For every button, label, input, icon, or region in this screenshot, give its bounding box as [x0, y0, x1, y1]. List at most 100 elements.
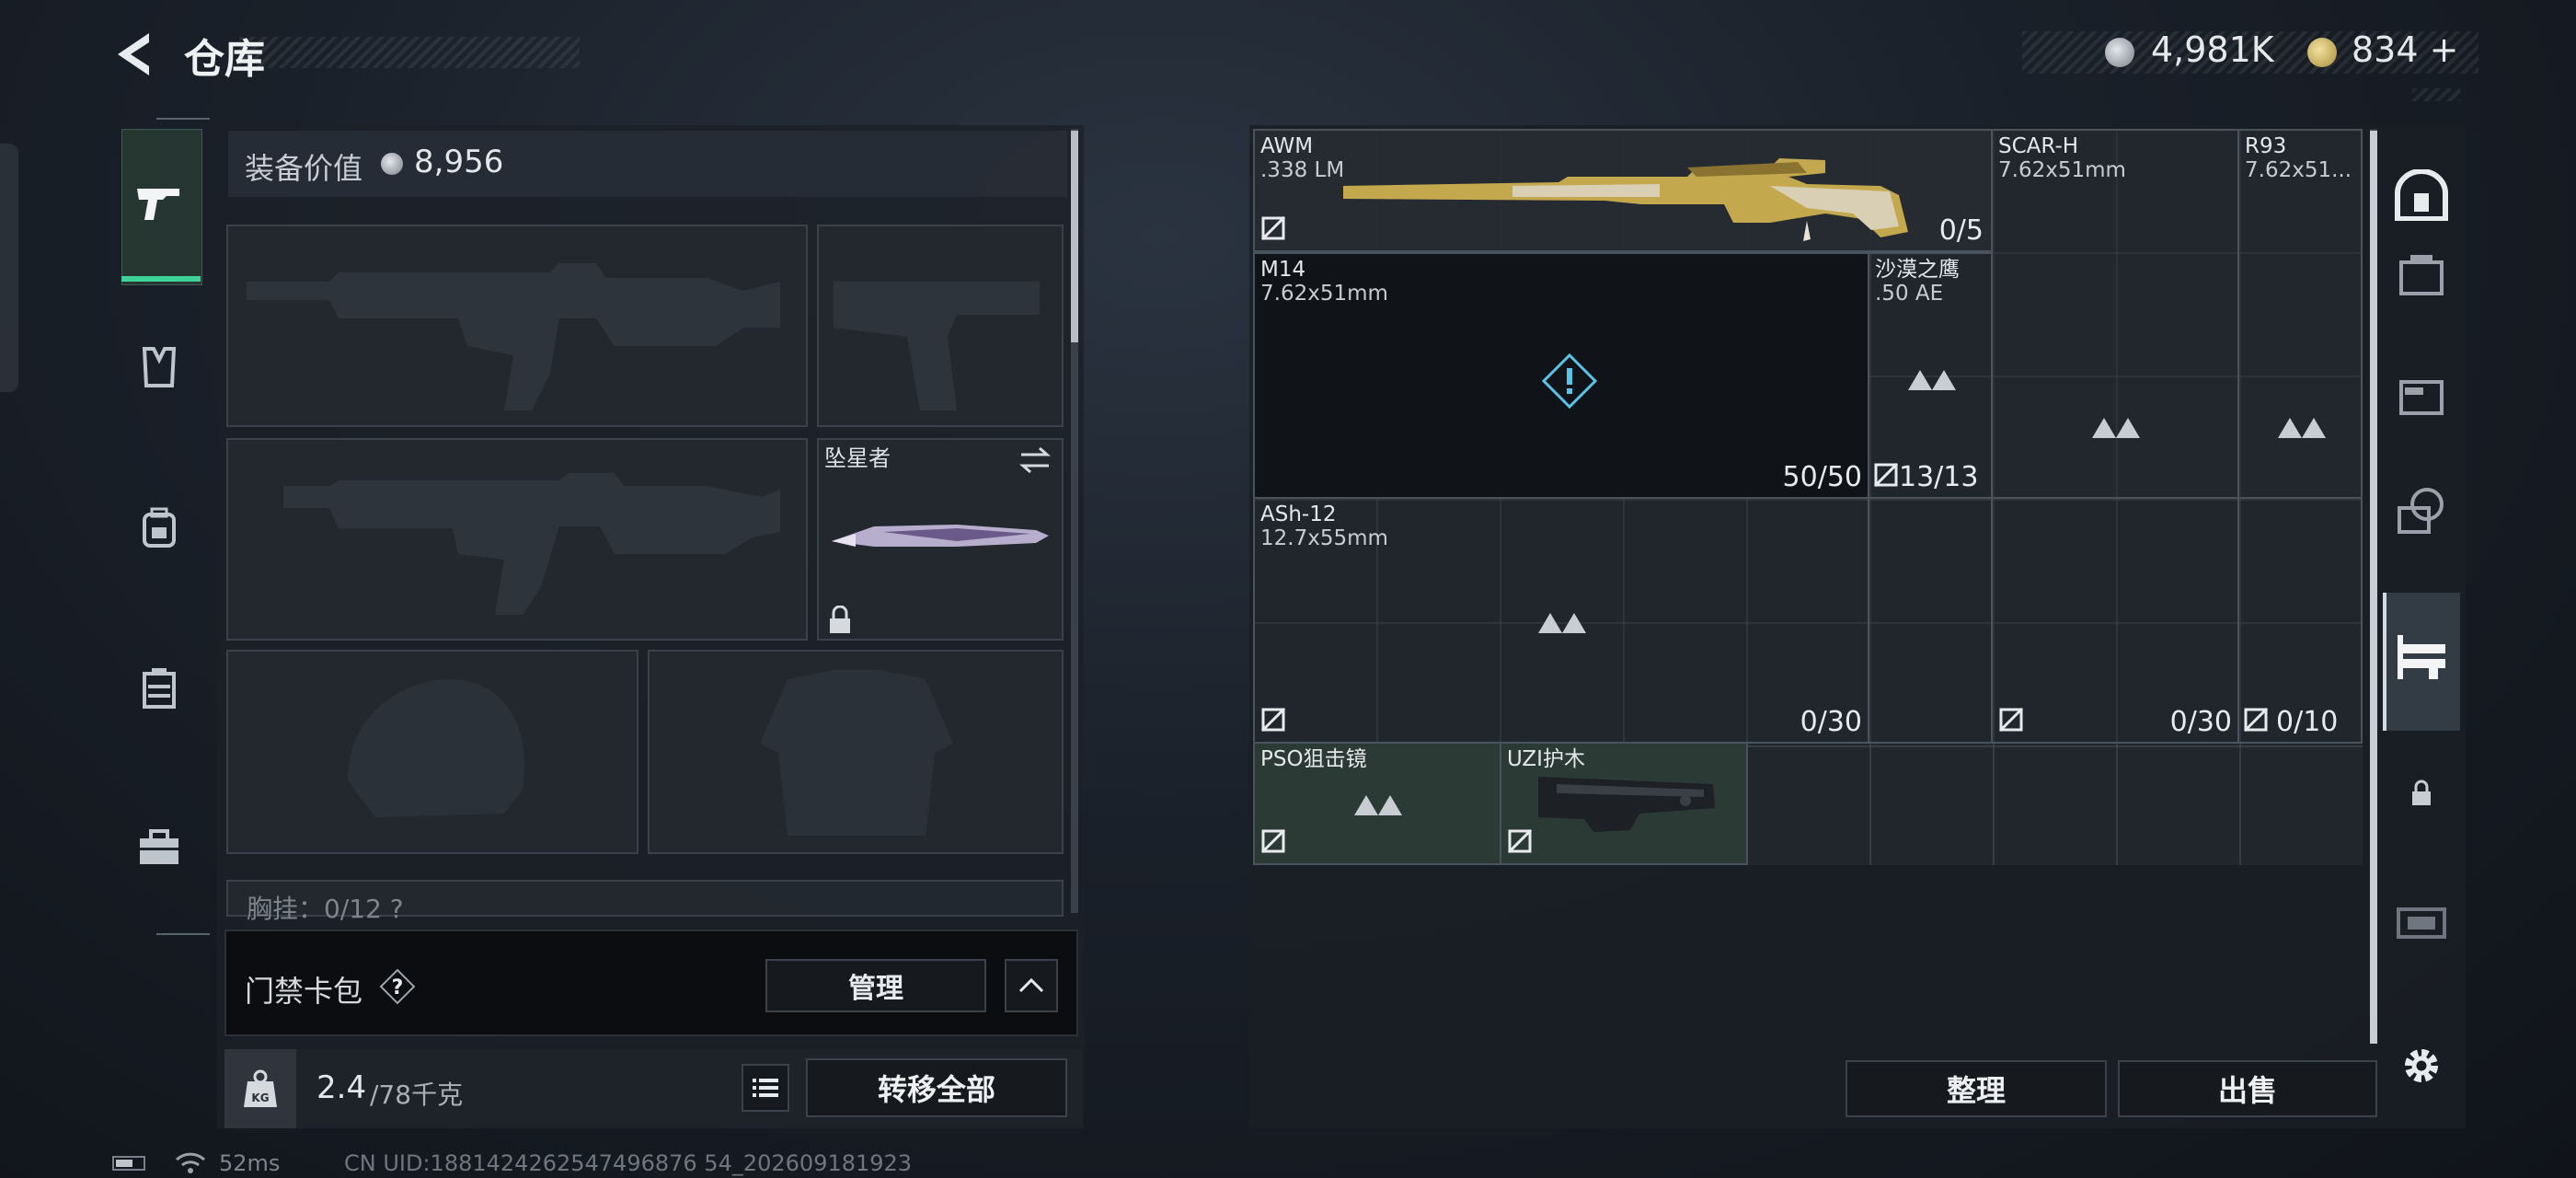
item-caliber: .338 LM [1260, 158, 1345, 182]
vault-tab-icon[interactable] [2388, 162, 2455, 228]
storage-tab-icon[interactable] [2388, 243, 2455, 309]
item-name: UZI护木 [1507, 747, 1585, 771]
keycard-label: 门禁卡包 [245, 974, 363, 1009]
primary-weapon-slot[interactable] [226, 225, 808, 427]
sell-button[interactable]: 出售 [2118, 1060, 2377, 1117]
item-caliber: 12.7x55mm [1260, 526, 1388, 550]
transfer-all-button[interactable]: 转移全部 [806, 1058, 1067, 1117]
storage-tab-icon[interactable] [2388, 477, 2455, 543]
coin-icon [2105, 38, 2134, 67]
page-title: 仓库 [184, 36, 265, 83]
item-count: 0/30 [2169, 706, 2232, 738]
coin-balance: 4,981K [2151, 29, 2274, 70]
lock-icon [828, 605, 852, 639]
helmet-silhouette-icon [348, 679, 524, 817]
item-desert-eagle[interactable]: 沙漠之鹰 .50 AE 13/13 [1868, 252, 1993, 499]
storage-tab-icon[interactable] [2388, 363, 2455, 429]
premium-coin-icon [2307, 38, 2337, 67]
sort-button[interactable]: 整理 [1846, 1060, 2107, 1117]
item-name: AWM [1260, 134, 1314, 158]
weapon-storage-tab-icon[interactable] [2388, 624, 2455, 690]
weight-icon: KG [224, 1049, 296, 1128]
unlinked-icon [1998, 707, 2024, 736]
item-awm[interactable]: AWM .338 LM 0/5 [1253, 129, 1993, 252]
item-uzi-handguard[interactable]: UZI护木 [1500, 742, 1748, 865]
rail-divider [156, 933, 210, 935]
item-name: 沙漠之鹰 [1875, 258, 1960, 282]
item-r93[interactable]: R93 7.62x51... [2237, 129, 2363, 499]
armor-slot[interactable] [648, 650, 1064, 854]
item-count: 50/50 [1782, 461, 1862, 493]
weight-icon-label: KG [251, 1091, 269, 1104]
item-caliber: 7.62x51... [2245, 158, 2352, 182]
item-caliber: .50 AE [1875, 282, 1944, 306]
item-ash12[interactable]: ASh-12 12.7x55mm 0/30 [1253, 497, 1869, 744]
backpack-tab-icon[interactable] [129, 497, 190, 558]
help-icon[interactable]: ? [379, 968, 416, 1005]
help-glyph: ? [392, 976, 404, 999]
collapse-button[interactable] [1005, 959, 1058, 1012]
loadout-value: 8,956 [414, 144, 504, 180]
pistol-tab-icon[interactable] [129, 173, 190, 234]
placeholder-icon [1906, 364, 1958, 396]
rifle-silhouette-icon [247, 263, 780, 410]
item-m14[interactable]: M14 7.62x51mm 50/50 [1253, 252, 1869, 499]
premium-balance[interactable]: 834 + [2352, 29, 2458, 70]
battery-level [116, 1160, 132, 1167]
unlinked-icon [1260, 215, 1286, 245]
item-count: 0/30 [1800, 706, 1862, 738]
item-r93-lower[interactable]: 0/10 [2237, 497, 2363, 744]
placeholder-icon [2276, 412, 2328, 444]
back-arrow-icon[interactable] [109, 29, 155, 79]
rifle-silhouette-icon [283, 473, 780, 615]
placeholder-icon [2090, 412, 2142, 444]
empty-cell [1868, 497, 1993, 744]
list-view-button[interactable] [742, 1064, 789, 1112]
item-name: SCAR-H [1998, 134, 2079, 158]
item-name: PSO狙击镜 [1260, 747, 1367, 771]
user-uid: CN UID:1881424262547496876 54_2026091819… [344, 1150, 913, 1176]
loadout-scrollbar-thumb[interactable] [1071, 131, 1078, 342]
coin-icon [381, 153, 403, 175]
helmet-slot[interactable] [226, 650, 638, 854]
armor-silhouette-icon [760, 670, 953, 836]
item-count: 13/13 [1899, 461, 1979, 493]
storage-scrollbar-thumb[interactable] [2370, 131, 2377, 1044]
item-scarh-lower[interactable]: 0/30 [1991, 497, 2239, 744]
rail-decoration [2412, 88, 2460, 101]
placeholder-icon [1536, 607, 1588, 639]
melee-name: 坠星者 [824, 445, 891, 471]
item-caliber: 7.62x51mm [1260, 282, 1388, 306]
toolbox-tab-icon[interactable] [129, 817, 190, 878]
add-currency-button[interactable]: + [2430, 29, 2459, 70]
swap-icon[interactable] [1018, 445, 1052, 479]
unlinked-icon [1507, 828, 1533, 858]
lock-icon [2388, 760, 2455, 826]
item-count: 0/5 [1938, 214, 1984, 247]
title-decoration [239, 37, 580, 68]
locked-tab-icon [2388, 889, 2455, 955]
left-edge-handle [0, 144, 18, 392]
awm-rifle-icon [1343, 158, 1908, 241]
pistol-silhouette-icon [834, 282, 1040, 410]
premium-balance-value: 834 [2352, 29, 2419, 70]
settings-gear-icon[interactable] [2388, 1033, 2455, 1099]
chevron-up-icon [1018, 977, 1044, 993]
gear-tab-icon[interactable] [129, 337, 190, 398]
unlinked-icon [1873, 462, 1899, 491]
rail-divider [156, 118, 210, 120]
item-count: 0/10 [2276, 706, 2339, 738]
item-pso-scope[interactable]: PSO狙击镜 [1253, 742, 1501, 865]
wifi-icon [175, 1150, 206, 1178]
item-name: R93 [2245, 134, 2287, 158]
weight-current: 2.4 [316, 1069, 367, 1106]
rig-tab-icon[interactable] [129, 657, 190, 718]
manage-button[interactable]: 管理 [765, 959, 986, 1012]
placeholder-icon [1352, 790, 1404, 821]
weight-max: /78千克 [370, 1080, 464, 1110]
ping-value: 52ms [219, 1150, 281, 1176]
item-name: ASh-12 [1260, 502, 1337, 526]
pistol-slot[interactable] [817, 225, 1064, 427]
item-scarh[interactable]: SCAR-H 7.62x51mm [1991, 129, 2239, 499]
secondary-weapon-slot[interactable] [226, 438, 808, 641]
